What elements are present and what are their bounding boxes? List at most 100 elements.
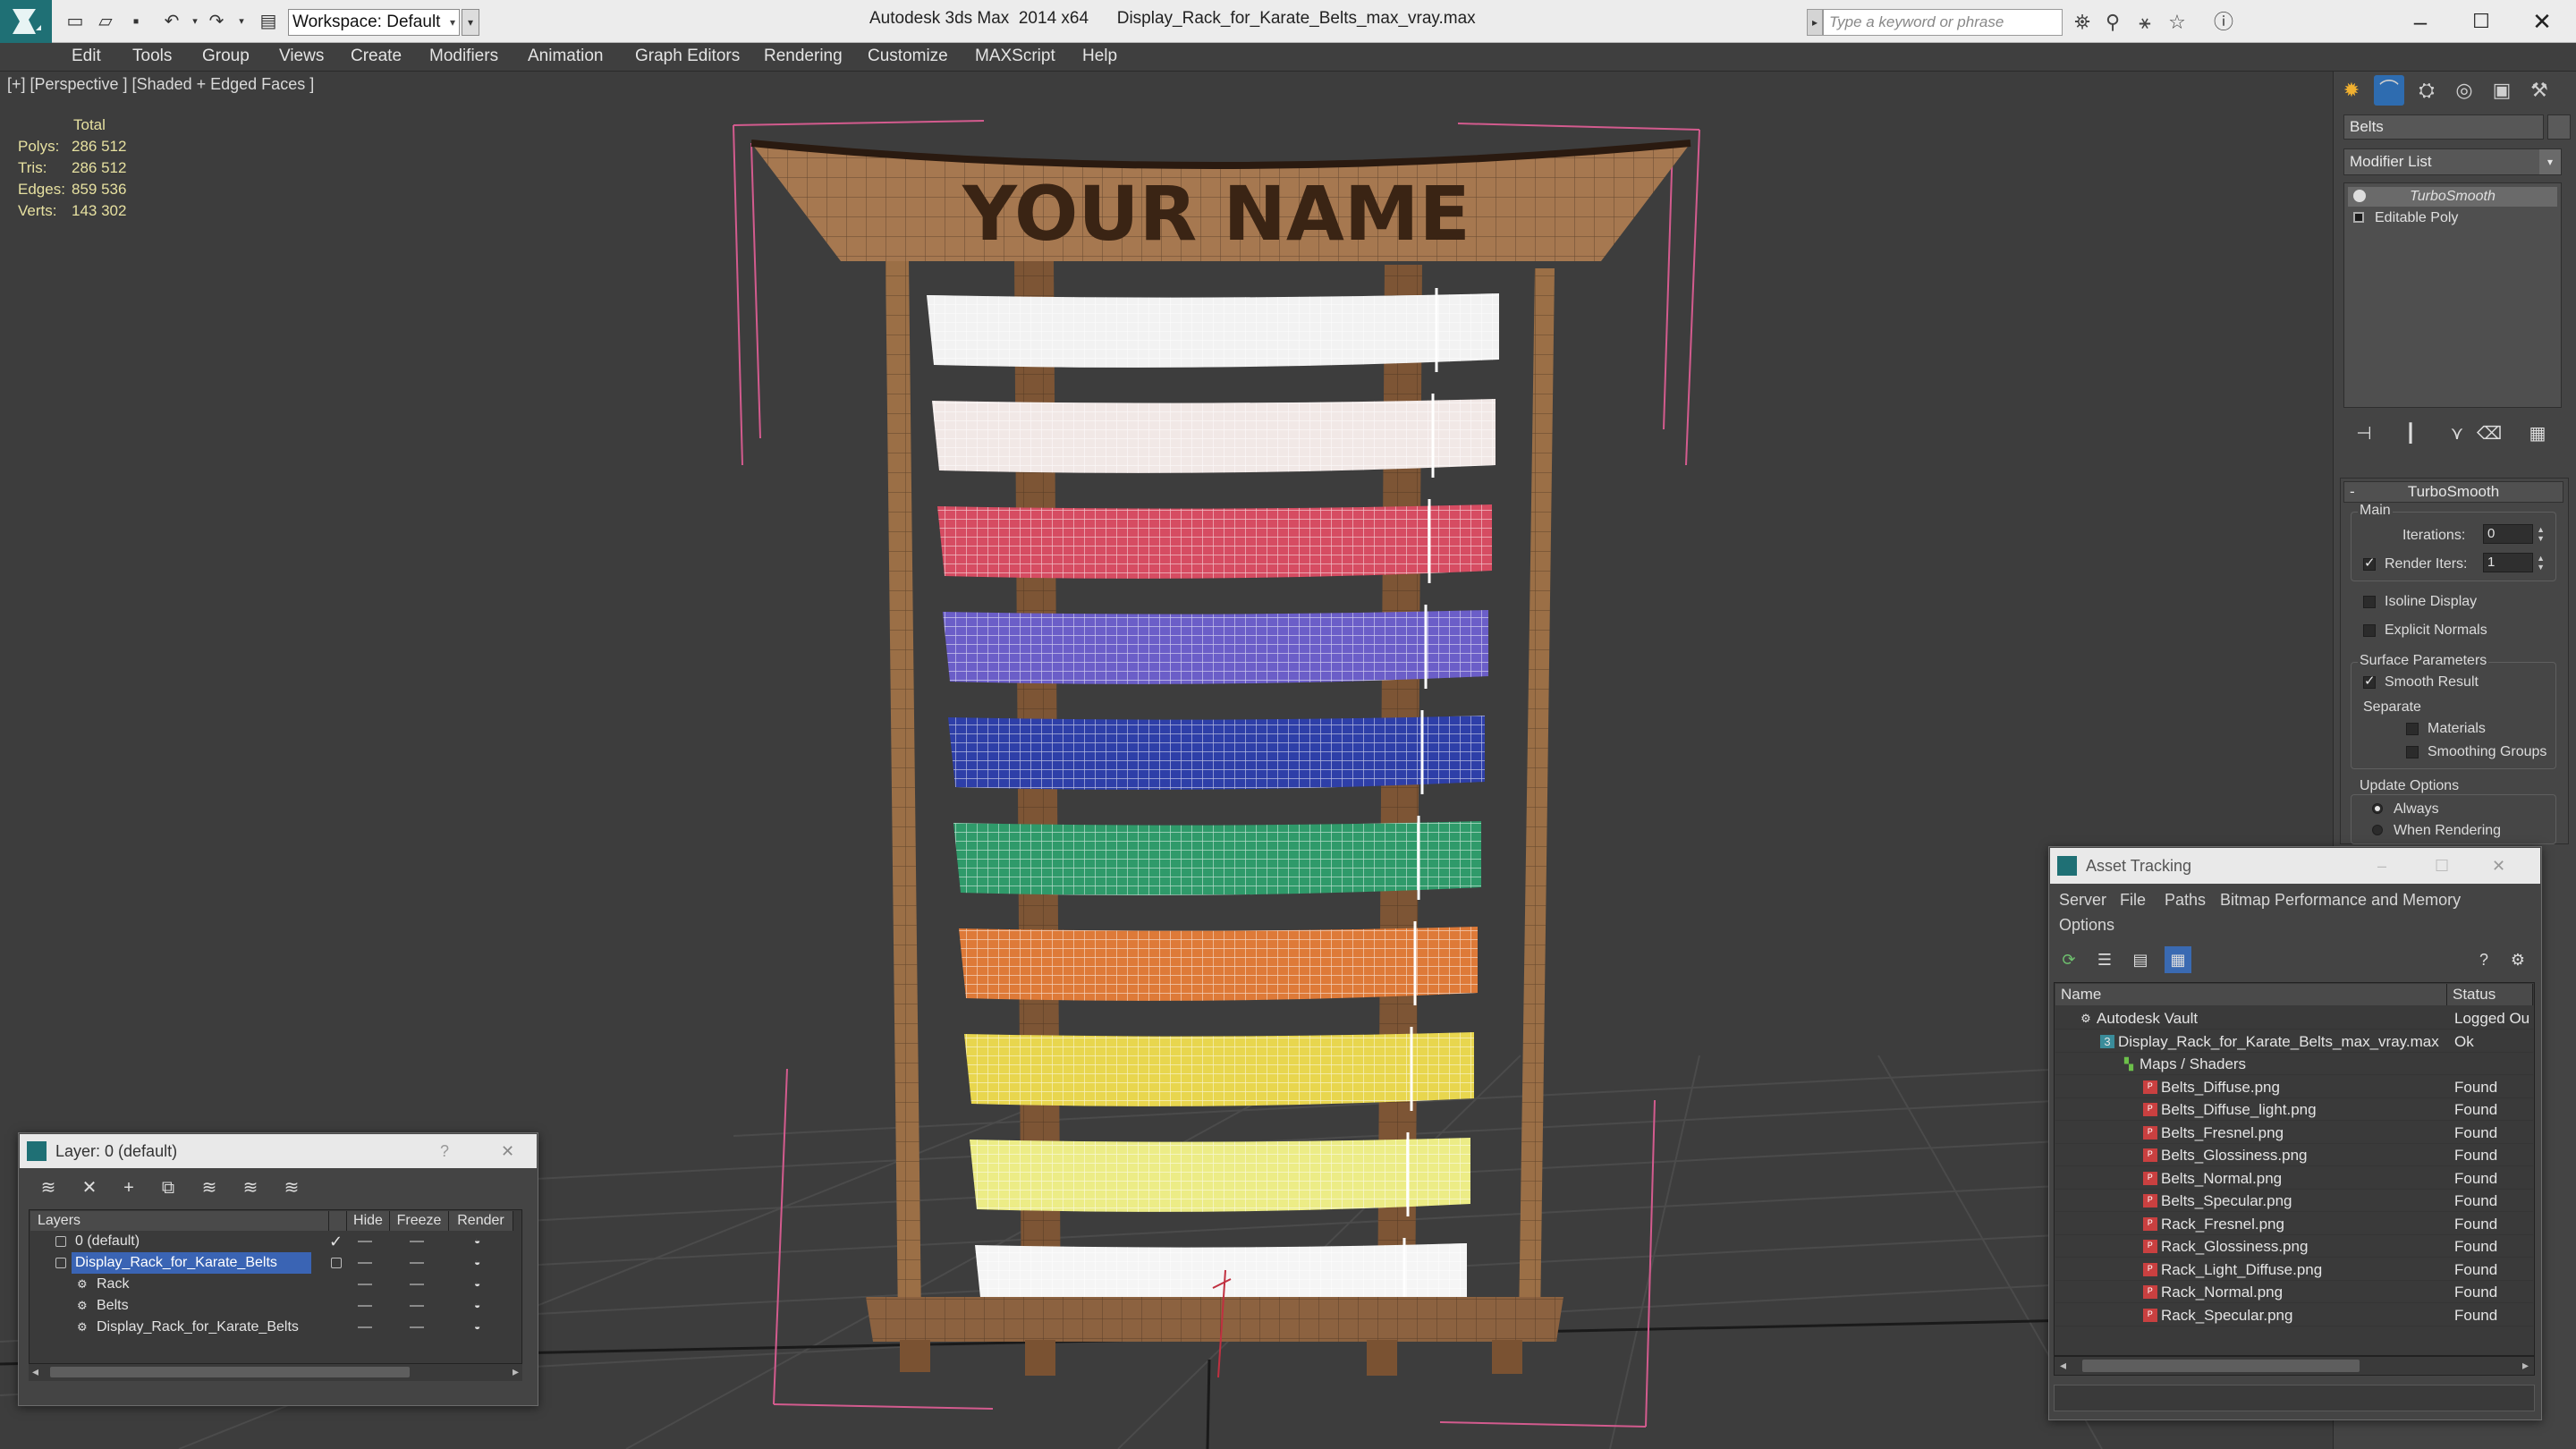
favorites-star-icon[interactable]: ☆: [2165, 10, 2190, 35]
column-hide[interactable]: Hide: [347, 1211, 390, 1231]
menu-animation[interactable]: Animation: [528, 47, 604, 66]
menu-customize[interactable]: Customize: [868, 47, 948, 66]
freeze-toggle[interactable]: [410, 1262, 424, 1264]
asset-row[interactable]: ᴾ Rack_Light_Diffuse.png Found: [2055, 1258, 2533, 1281]
search-input[interactable]: Type a keyword or phrase: [1823, 9, 2063, 36]
menu-bitmap-performance[interactable]: Bitmap Performance and Memory: [2220, 891, 2461, 910]
asset-row[interactable]: ᴾ Belts_Normal.png Found: [2055, 1167, 2533, 1190]
stack-item-turbosmooth[interactable]: TurboSmooth: [2348, 187, 2557, 207]
column-status[interactable]: Status: [2447, 984, 2533, 1005]
column-layers[interactable]: Layers: [30, 1211, 329, 1231]
workspace-dropdown[interactable]: Workspace: Default ▾: [288, 9, 460, 36]
asset-row[interactable]: ᴾ Belts_Glossiness.png Found: [2055, 1144, 2533, 1166]
remove-modifier-icon[interactable]: ⌫: [2476, 420, 2503, 447]
undo-dropdown-icon[interactable]: ▾: [184, 11, 206, 32]
asset-row[interactable]: ᴾ Belts_Specular.png Found: [2055, 1190, 2533, 1212]
close-icon[interactable]: ✕: [2492, 848, 2505, 884]
help-icon[interactable]: ?: [440, 1134, 449, 1168]
utilities-tab-icon[interactable]: ⚒: [2524, 75, 2555, 106]
menu-help[interactable]: Help: [1082, 47, 1117, 66]
hide-toggle[interactable]: [358, 1326, 372, 1328]
add-to-layer-icon[interactable]: +: [114, 1175, 143, 1200]
redo-icon[interactable]: ↷: [206, 11, 227, 32]
menu-rendering[interactable]: Rendering: [764, 47, 843, 66]
rollout-header[interactable]: - TurboSmooth: [2343, 481, 2563, 503]
create-tab-icon[interactable]: ✹: [2336, 75, 2367, 106]
menu-views[interactable]: Views: [279, 47, 324, 66]
hide-all-layers-icon[interactable]: ≋: [236, 1175, 265, 1200]
set-current-box[interactable]: [331, 1258, 342, 1268]
hide-toggle[interactable]: [358, 1262, 372, 1264]
select-objects-icon[interactable]: ⧉: [154, 1175, 182, 1200]
freeze-toggle[interactable]: [410, 1305, 424, 1307]
modify-tab-icon[interactable]: ⌒: [2374, 75, 2404, 106]
asset-row[interactable]: ᴾ Belts_Fresnel.png Found: [2055, 1122, 2533, 1144]
minimize-icon[interactable]: –: [2394, 4, 2447, 39]
subscription-icon[interactable]: ⚲: [2100, 10, 2125, 35]
asset-row[interactable]: ᴾ Rack_Normal.png Found: [2055, 1281, 2533, 1303]
column-name[interactable]: Name: [2055, 984, 2447, 1005]
layer-row[interactable]: Display_Rack_for_Karate_Belts ◒: [30, 1252, 521, 1274]
menu-modifiers[interactable]: Modifiers: [429, 47, 498, 66]
new-file-icon[interactable]: ▭: [64, 11, 86, 32]
layer-row[interactable]: ⚙ Display_Rack_for_Karate_Belts ◒: [30, 1317, 521, 1338]
asset-row[interactable]: ᴾ Rack_Glossiness.png Found: [2055, 1235, 2533, 1258]
asset-row[interactable]: ᴾ Rack_Fresnel.png Found: [2055, 1213, 2533, 1235]
redo-dropdown-icon[interactable]: ▾: [231, 11, 252, 32]
search-expand-icon[interactable]: ▸: [1807, 9, 1823, 36]
layer-row[interactable]: 0 (default) ✓ ◒: [30, 1231, 521, 1252]
column-freeze[interactable]: Freeze: [390, 1211, 449, 1231]
layer-row[interactable]: ⚙ Belts ◒: [30, 1295, 521, 1317]
smoothing-groups-checkbox[interactable]: [2406, 746, 2419, 758]
scroll-right-icon[interactable]: ▸: [2522, 1358, 2529, 1373]
help-icon[interactable]: ?: [2470, 946, 2497, 973]
scroll-left-icon[interactable]: ◂: [2060, 1358, 2066, 1373]
binoculars-icon[interactable]: ⛯: [2070, 10, 2095, 35]
display-tab-icon[interactable]: ▣: [2487, 75, 2517, 106]
menu-create[interactable]: Create: [351, 47, 402, 66]
asset-scroll-thumb[interactable]: [2082, 1360, 2360, 1372]
motion-tab-icon[interactable]: ◎: [2449, 75, 2479, 106]
close-icon[interactable]: ✕: [2515, 4, 2569, 39]
lightbulb-icon[interactable]: [2353, 190, 2366, 202]
hide-toggle[interactable]: [358, 1284, 372, 1285]
list-view-icon[interactable]: ☰: [2091, 946, 2118, 973]
highlight-layer-icon[interactable]: ≋: [195, 1175, 224, 1200]
menu-file[interactable]: File: [2120, 891, 2146, 910]
save-file-icon[interactable]: ▪: [125, 11, 147, 32]
menu-tools[interactable]: Tools: [132, 47, 172, 66]
communication-icon[interactable]: ⚹: [2132, 10, 2157, 35]
refresh-icon[interactable]: ⟳: [2055, 946, 2082, 973]
asset-row[interactable]: ▚ Maps / Shaders: [2055, 1053, 2533, 1075]
app-menu-button[interactable]: [0, 0, 52, 43]
render-teapot-icon[interactable]: ◒: [474, 1235, 488, 1246]
iterations-spinner[interactable]: 0 ▲ ▼: [2483, 524, 2545, 544]
asset-row[interactable]: ᴾ Belts_Diffuse.png Found: [2055, 1076, 2533, 1098]
spinner-arrows-icon[interactable]: ▲ ▼: [2537, 554, 2545, 572]
maximize-icon[interactable]: ☐: [2454, 4, 2508, 39]
hide-toggle[interactable]: [358, 1241, 372, 1242]
menu-edit[interactable]: Edit: [72, 47, 101, 66]
asset-row[interactable]: ᴾ Belts_Diffuse_light.png Found: [2055, 1098, 2533, 1121]
freeze-all-layers-icon[interactable]: ≋: [277, 1175, 306, 1200]
when-rendering-radio[interactable]: [2372, 825, 2383, 835]
render-iters-spinner[interactable]: 1 ▲ ▼: [2483, 553, 2545, 572]
explicit-normals-checkbox[interactable]: [2363, 624, 2376, 637]
delete-layer-icon[interactable]: ✕: [75, 1175, 104, 1200]
object-name-field[interactable]: Belts: [2343, 114, 2544, 140]
modifier-list-dropdown[interactable]: Modifier List ▾: [2343, 148, 2562, 175]
freeze-toggle[interactable]: [410, 1284, 424, 1285]
scroll-right-icon[interactable]: ▸: [513, 1364, 519, 1379]
asset-row[interactable]: ⚙ Autodesk Vault Logged Ou: [2055, 1007, 2533, 1030]
asset-path-field[interactable]: [2054, 1385, 2535, 1411]
spinner-arrows-icon[interactable]: ▲ ▼: [2537, 525, 2545, 543]
render-iters-checkbox[interactable]: [2363, 555, 2376, 571]
object-color-swatch[interactable]: [2547, 114, 2571, 140]
viewport-label[interactable]: [+] [Perspective ] [Shaded + Edged Faces…: [7, 75, 314, 94]
freeze-toggle[interactable]: [410, 1241, 424, 1242]
isoline-display-checkbox[interactable]: [2363, 596, 2376, 608]
open-file-icon[interactable]: ▱: [95, 11, 116, 32]
render-teapot-icon[interactable]: ◒: [474, 1321, 488, 1332]
menu-paths[interactable]: Paths: [2165, 891, 2206, 910]
materials-checkbox[interactable]: [2406, 723, 2419, 735]
